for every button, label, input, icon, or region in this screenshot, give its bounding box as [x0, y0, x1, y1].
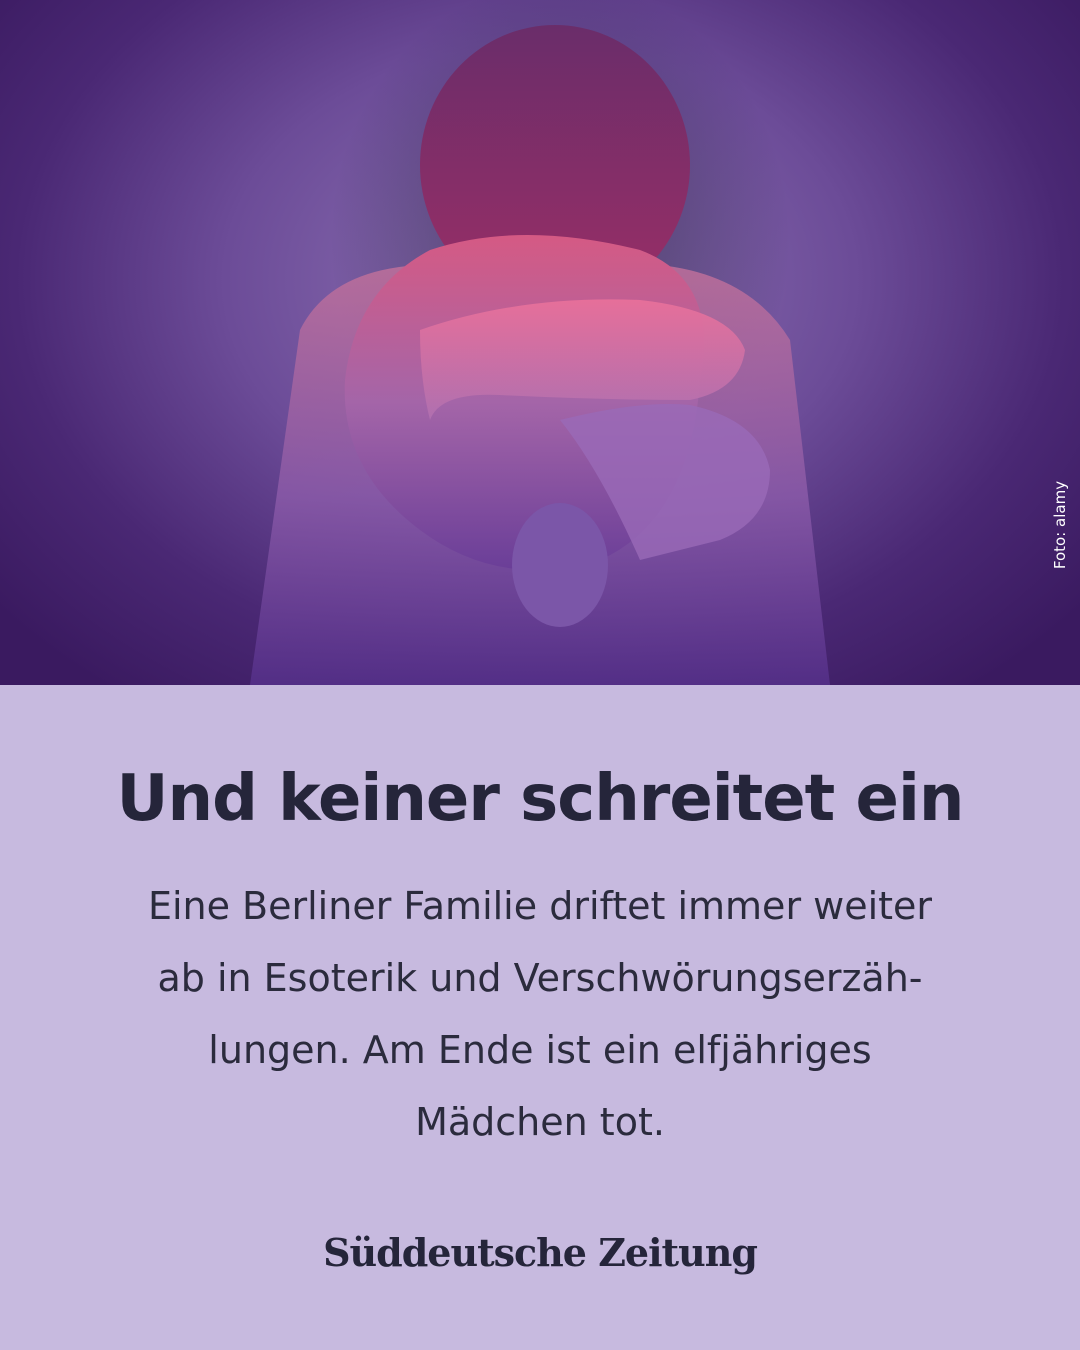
- headline: Und keiner schreitet ein: [116, 762, 965, 836]
- lede-line: ab in Esoterik und Verschwörungserzäh-: [157, 956, 923, 1000]
- lede-line: Eine Berliner Familie driftet immer weit…: [147, 884, 933, 928]
- hero-photo: Foto: alamy: [0, 0, 1080, 685]
- sz-logo: Süddeutsche Zeitung: [323, 1230, 758, 1275]
- lede-line: Mädchen tot.: [415, 1100, 665, 1144]
- lede-line: lungen. Am Ende ist ein elfjähriges: [208, 1028, 872, 1072]
- photo-credit: Foto: alamy: [1051, 480, 1069, 570]
- lede: Eine Berliner Familie driftet immer weit…: [90, 870, 990, 1158]
- child-hugging-pillow-illustration: [250, 25, 830, 685]
